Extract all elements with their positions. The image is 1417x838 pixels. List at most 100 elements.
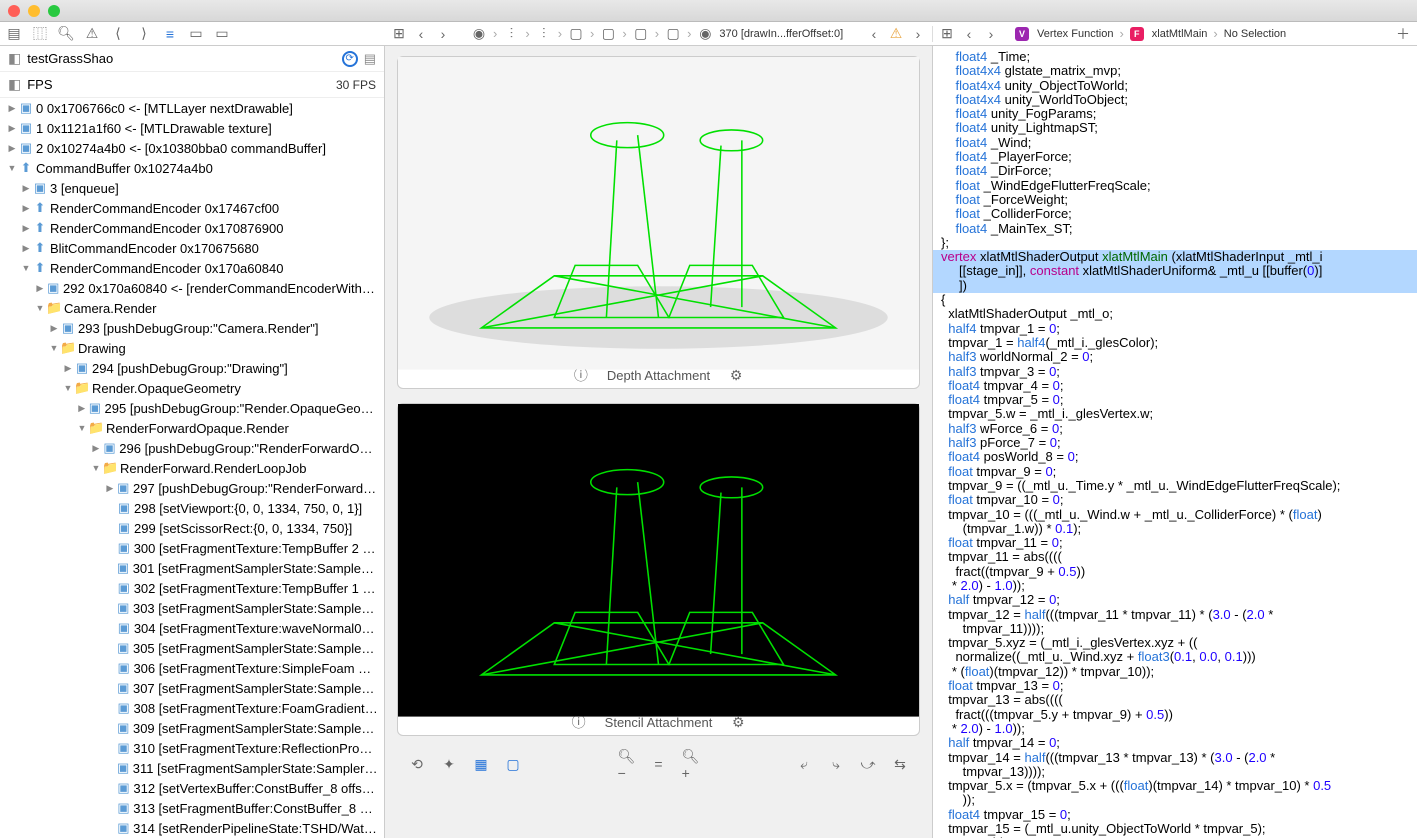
code-line[interactable]: normalize((_mtl_u._Wind.xyz + float3(0.1… — [933, 650, 1417, 664]
tree-row[interactable]: ▶▣293 [pushDebugGroup:"Camera.Render"] — [0, 318, 384, 338]
code-line[interactable]: tmpvar_5.w = _mtl_i._glesVertex.w; — [933, 407, 1417, 421]
wireframe-mode-icon[interactable]: ▦ — [473, 756, 489, 772]
tree-row[interactable]: ▶▣296 [pushDebugGroup:"RenderForwardOpa.… — [0, 438, 384, 458]
code-line[interactable]: * 2.0) - 1.0)); — [933, 579, 1417, 593]
code-line[interactable]: float tmpvar_9 = 0; — [933, 465, 1417, 479]
code-line[interactable]: float4 _PlayerForce; — [933, 150, 1417, 164]
code-line[interactable]: tmpvar_15 = (_mtl_u.unity_ObjectToWorld … — [933, 822, 1417, 836]
code-line[interactable]: float4 tmpvar_5 = 0; — [933, 393, 1417, 407]
list-icon[interactable]: ≡ — [162, 26, 178, 42]
code-line[interactable]: float4 _Wind; — [933, 136, 1417, 150]
code-line[interactable]: half tmpvar_14 = 0; — [933, 736, 1417, 750]
code-line[interactable]: float4 tmpvar_15 = 0; — [933, 808, 1417, 822]
tree-row[interactable]: ▣308 [setFragmentTexture:FoamGradient2..… — [0, 698, 384, 718]
grid2-icon[interactable]: ⊞ — [939, 26, 955, 42]
code-line[interactable]: half3 tmpvar_3 = 0; — [933, 365, 1417, 379]
code-line[interactable]: tmpvar_5.xyz = (_mtl_i._glesVertex.xyz +… — [933, 636, 1417, 650]
tree-row[interactable]: ▣314 [setRenderPipelineState:TSHD/Water.… — [0, 818, 384, 838]
breadcrumb-noselection[interactable]: No Selection — [1224, 28, 1286, 40]
code-line[interactable]: tmpvar_14 = half(((tmpvar_13 * tmpvar_13… — [933, 751, 1417, 765]
breadcrumb-drawcall[interactable]: 370 [drawIn...fferOffset:0] — [719, 28, 843, 40]
code-line[interactable]: float4x4 unity_ObjectToWorld; — [933, 79, 1417, 93]
tree-row[interactable]: ▼⬆RenderCommandEncoder 0x170a60840 — [0, 258, 384, 278]
code-line[interactable]: float4 tmpvar_4 = 0; — [933, 379, 1417, 393]
stencil-canvas[interactable] — [398, 404, 919, 709]
disclosure-icon[interactable]: ▶ — [20, 243, 32, 254]
nav-back2-icon[interactable]: ‹ — [961, 26, 977, 42]
code-line[interactable]: }; — [933, 236, 1417, 250]
code-line[interactable]: tmpvar_11 = abs(((( — [933, 550, 1417, 564]
depth-canvas[interactable] — [398, 57, 919, 362]
step-back-icon[interactable]: ⤶ — [796, 756, 812, 772]
grid-icon[interactable]: ⊞ — [391, 26, 407, 42]
code-line[interactable]: half4 tmpvar_1 = 0; — [933, 322, 1417, 336]
disclosure-icon[interactable]: ▶ — [20, 203, 32, 214]
code-line[interactable]: )); — [933, 793, 1417, 807]
code-line[interactable]: float4x4 unity_WorldToObject; — [933, 93, 1417, 107]
tree-row[interactable]: ▣299 [setScissorRect:{0, 0, 1334, 750}] — [0, 518, 384, 538]
globe-icon[interactable]: ◉ — [471, 26, 487, 42]
next-issue-icon[interactable]: › — [910, 26, 926, 42]
code-line[interactable]: float4 _DirForce; — [933, 164, 1417, 178]
disclosure-icon[interactable]: ▶ — [6, 143, 18, 154]
tree-row[interactable]: ▼📁Camera.Render — [0, 298, 384, 318]
bounds-icon[interactable]: ▢ — [505, 756, 521, 772]
add-icon[interactable]: ＋ — [1395, 26, 1411, 42]
search-icon[interactable]: 🔍︎ — [58, 26, 74, 42]
tree-row[interactable]: ▣302 [setFragmentTexture:TempBuffer 1 6.… — [0, 578, 384, 598]
tree-row[interactable]: ▶▣2 0x10274a4b0 <- [0x10380bba0 commandB… — [0, 138, 384, 158]
disclosure-icon[interactable]: ▶ — [6, 103, 18, 114]
code-editor[interactable]: float4 _Time; float4x4 glstate_matrix_mv… — [932, 46, 1417, 838]
code-line[interactable]: half3 wForce_6 = 0; — [933, 422, 1417, 436]
tag-icon[interactable]: ▭ — [188, 26, 204, 42]
code-line[interactable]: [[stage_in]], constant xlatMtlShaderUnif… — [933, 264, 1417, 278]
tree-row[interactable]: ▼📁RenderForward.RenderLoopJob — [0, 458, 384, 478]
disclosure-icon[interactable]: ▼ — [62, 383, 74, 393]
close-window-button[interactable] — [8, 5, 20, 17]
code-line[interactable]: float4 _MainTex_ST; — [933, 222, 1417, 236]
code-line[interactable]: float _ColliderForce; — [933, 207, 1417, 221]
minimize-window-button[interactable] — [28, 5, 40, 17]
code-line[interactable]: float tmpvar_11 = 0; — [933, 536, 1417, 550]
disclosure-icon[interactable]: ▶ — [76, 403, 87, 414]
code-line[interactable]: float4 unity_FogParams; — [933, 107, 1417, 121]
code-line[interactable]: (tmpvar_1.w)) * 0.1); — [933, 522, 1417, 536]
step-icon[interactable]: ⤷ — [828, 756, 844, 772]
tree-row[interactable]: ▶▣292 0x170a60840 <- [renderCommandEncod… — [0, 278, 384, 298]
tree-row[interactable]: ▶▣295 [pushDebugGroup:"Render.OpaqueGeom… — [0, 398, 384, 418]
code-line[interactable]: tmpvar_13)))); — [933, 765, 1417, 779]
tree-row[interactable]: ▣303 [setFragmentSamplerState:Sampler_f.… — [0, 598, 384, 618]
status-badge-icon[interactable]: ⟳ — [342, 51, 358, 67]
code-line[interactable]: float4 unity_LightmapST; — [933, 121, 1417, 135]
tree-row[interactable]: ▶⬆RenderCommandEncoder 0x17467cf00 — [0, 198, 384, 218]
tree-row[interactable]: ▣304 [setFragmentTexture:waveNormal01... — [0, 618, 384, 638]
code-line[interactable]: tmpvar_12 = half(((tmpvar_11 * tmpvar_11… — [933, 608, 1417, 622]
tree-row[interactable]: ▶▣297 [pushDebugGroup:"RenderForward.R..… — [0, 478, 384, 498]
tree-row[interactable]: ▣305 [setFragmentSamplerState:Sampler_f.… — [0, 638, 384, 658]
tree-row[interactable]: ▶⬆BlitCommandEncoder 0x170675680 — [0, 238, 384, 258]
disclosure-icon[interactable]: ▶ — [6, 123, 18, 134]
step-over-icon[interactable]: ⤻ — [860, 756, 876, 772]
code-line[interactable]: tmpvar_11)))); — [933, 622, 1417, 636]
zoom-fit-icon[interactable]: = — [651, 756, 667, 772]
nav-forward2-icon[interactable]: › — [983, 26, 999, 42]
code-line[interactable]: float tmpvar_10 = 0; — [933, 493, 1417, 507]
mesh-icon[interactable]: ✦ — [441, 756, 457, 772]
tree-row[interactable]: ▣310 [setFragmentTexture:ReflectionProbe… — [0, 738, 384, 758]
tree-row[interactable]: ▶⬆RenderCommandEncoder 0x170876900 — [0, 218, 384, 238]
code-line[interactable]: float4 _Time; — [933, 50, 1417, 64]
tree-row[interactable]: ▣313 [setFragmentBuffer:ConstBuffer_8 of… — [0, 798, 384, 818]
code-line[interactable]: ]) — [933, 279, 1417, 293]
disclosure-icon[interactable]: ▶ — [20, 183, 32, 194]
code-line[interactable]: * (float)(tmpvar_12)) * tmpvar_10)); — [933, 665, 1417, 679]
tree-row[interactable]: ▶▣1 0x1121a1f60 <- [MTLDrawable texture] — [0, 118, 384, 138]
tree-row[interactable]: ▶▣0 0x1706766c0 <- [MTLLayer nextDrawabl… — [0, 98, 384, 118]
code-line[interactable]: vertex xlatMtlShaderOutput xlatMtlMain (… — [933, 250, 1417, 264]
disclosure-icon[interactable]: ▼ — [90, 463, 102, 473]
nav-forward-icon[interactable]: › — [435, 26, 451, 42]
code-line[interactable]: tmpvar_13 = abs(((( — [933, 693, 1417, 707]
folder-icon[interactable]: ▤ — [6, 26, 22, 42]
tree-row[interactable]: ▣301 [setFragmentSamplerState:Sampler_fl… — [0, 558, 384, 578]
tree-row[interactable]: ▣311 [setFragmentSamplerState:Sampler_fl… — [0, 758, 384, 778]
breadcrumb-function[interactable]: xlatMtlMain — [1152, 28, 1208, 40]
